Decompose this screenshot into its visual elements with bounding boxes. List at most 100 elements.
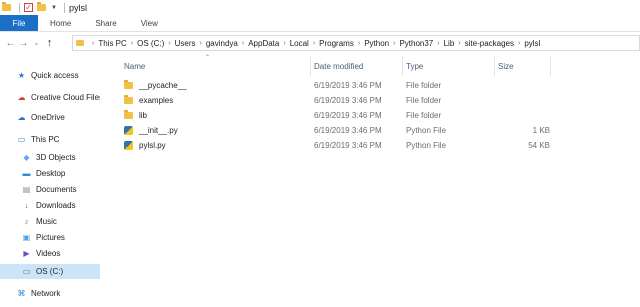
nav-item[interactable]: ★ Quick access <box>0 68 100 83</box>
breadcrumb-separator-icon[interactable]: › <box>313 40 315 47</box>
breadcrumb-separator-icon[interactable]: › <box>92 40 94 47</box>
documents-icon: ▤ <box>22 185 31 194</box>
breadcrumb-item[interactable]: Python <box>364 39 389 48</box>
nav-item-label: Network <box>31 289 61 298</box>
breadcrumb-item[interactable]: gavindya <box>206 39 238 48</box>
nav-item-label: Documents <box>36 185 77 194</box>
downloads-icon: ↓ <box>24 201 29 210</box>
file-row[interactable]: __pycache__ 6/19/2019 3:46 PM File folder <box>100 78 640 93</box>
nav-item-label: Videos <box>36 249 61 258</box>
cloud-icon: ☁ <box>17 113 26 122</box>
file-name: __pycache__ <box>139 81 187 90</box>
column-divider[interactable] <box>402 56 403 76</box>
breadcrumb-item[interactable]: Programs <box>319 39 354 48</box>
file-type: Python File <box>406 141 447 150</box>
breadcrumb-item[interactable]: site-packages <box>465 39 514 48</box>
column-header-type[interactable]: Type <box>406 56 423 76</box>
column-header-name[interactable]: Name <box>124 56 145 76</box>
file-size <box>498 78 550 93</box>
file-type: File folder <box>406 111 442 120</box>
nav-item[interactable]: ⌘ Network <box>0 286 100 301</box>
nav-item-label: Desktop <box>36 169 66 178</box>
network-icon: ⌘ <box>17 289 26 298</box>
forward-icon[interactable]: → <box>17 38 30 49</box>
nav-item[interactable]: ▭ This PC <box>0 132 100 147</box>
nav-item[interactable]: ↓ Downloads <box>0 198 100 213</box>
tab-file[interactable]: File <box>0 15 38 31</box>
breadcrumb-item[interactable]: OS (C:) <box>137 39 164 48</box>
tab-share[interactable]: Share <box>83 15 128 31</box>
file-row[interactable]: examples 6/19/2019 3:46 PM File folder <box>100 93 640 108</box>
column-header-date[interactable]: Date modified <box>314 56 363 76</box>
file-size <box>498 93 550 108</box>
nav-item-label: Creative Cloud Files <box>31 93 100 102</box>
breadcrumb-item[interactable]: This PC <box>98 39 126 48</box>
file-size: 54 KB <box>528 141 550 150</box>
customize-toolbar-icon[interactable]: ▼ <box>51 5 57 11</box>
breadcrumb-separator-icon[interactable]: › <box>242 40 244 47</box>
file-row[interactable]: __init__.py 6/19/2019 3:46 PM Python File 1… <box>100 123 640 138</box>
breadcrumb-separator-icon[interactable]: › <box>131 40 133 47</box>
nav-item[interactable]: ♪ Music <box>0 214 100 229</box>
nav-item[interactable]: ▬ Desktop <box>0 166 100 181</box>
breadcrumb-separator-icon[interactable]: › <box>437 40 439 47</box>
music-icon: ♪ <box>24 217 29 226</box>
nav-item[interactable]: ▣ Pictures <box>0 230 100 245</box>
file-type: File folder <box>406 96 442 105</box>
breadcrumb-item[interactable]: Users <box>175 39 196 48</box>
file-size: 1 KB <box>532 126 550 135</box>
breadcrumb-separator-icon[interactable]: › <box>283 40 285 47</box>
breadcrumb-separator-icon[interactable]: › <box>168 40 170 47</box>
nav-item-label: 3D Objects <box>36 153 76 162</box>
tab-view[interactable]: View <box>129 15 170 31</box>
sort-caret-icon: ⌃ <box>205 55 211 61</box>
file-name-cell: lib <box>124 108 147 123</box>
ribbon-tabs: File Home Share View <box>0 15 640 32</box>
tab-home[interactable]: Home <box>38 15 83 31</box>
column-header-size[interactable]: Size <box>498 56 514 76</box>
nav-item[interactable]: ☁ OneDrive <box>0 110 100 125</box>
breadcrumb-item[interactable]: Lib <box>444 39 455 48</box>
breadcrumb-item[interactable]: Python37 <box>399 39 433 48</box>
column-divider[interactable] <box>494 56 495 76</box>
up-icon[interactable]: ↑ <box>43 37 56 49</box>
breadcrumb-separator-icon[interactable]: › <box>358 40 360 47</box>
divider <box>19 2 20 13</box>
folder-icon <box>124 95 133 104</box>
breadcrumb-separator-icon[interactable]: › <box>458 40 460 47</box>
file-name: lib <box>139 111 148 120</box>
drive-icon: ▭ <box>22 267 31 276</box>
nav-item[interactable]: ▭ OS (C:) <box>0 264 100 279</box>
recent-locations-icon[interactable]: ⌄ <box>30 39 43 47</box>
navigation-pane: ★ Quick access ☁ Creative Cloud Files ☁ OneDr… <box>0 54 100 307</box>
breadcrumb-item[interactable]: Local <box>290 39 309 48</box>
nav-item[interactable]: ☁ Creative Cloud Files <box>0 90 101 105</box>
videos-icon: ▶ <box>23 249 30 258</box>
window-title: pylsl <box>68 2 87 13</box>
breadcrumb-separator-icon[interactable]: › <box>393 40 395 47</box>
breadcrumb-separator-icon[interactable]: › <box>518 40 520 47</box>
column-divider[interactable] <box>550 56 551 76</box>
folder-icon[interactable] <box>2 2 12 12</box>
file-name: examples <box>139 96 174 105</box>
new-folder-icon[interactable] <box>37 2 47 12</box>
nav-item[interactable]: ▤ Documents <box>0 182 100 197</box>
breadcrumb-item[interactable]: pylsl <box>524 39 540 48</box>
properties-icon[interactable]: ✓ <box>24 3 34 12</box>
breadcrumb-item[interactable]: AppData <box>248 39 279 48</box>
nav-item[interactable]: ▶ Videos <box>0 246 100 261</box>
back-icon[interactable]: ← <box>4 38 17 49</box>
file-row[interactable]: pylsl.py 6/19/2019 3:46 PM Python File 54 K… <box>100 138 640 153</box>
folder-icon <box>124 80 133 89</box>
breadcrumb-separator-icon[interactable]: › <box>199 40 201 47</box>
file-date: 6/19/2019 3:46 PM <box>314 126 382 135</box>
file-row[interactable]: lib 6/19/2019 3:46 PM File folder <box>100 108 640 123</box>
python-file-icon <box>124 126 133 135</box>
file-date: 6/19/2019 3:46 PM <box>314 96 382 105</box>
column-divider[interactable] <box>310 56 311 76</box>
file-date: 6/19/2019 3:46 PM <box>314 81 382 90</box>
file-name: __init__.py <box>139 126 178 135</box>
address-bar[interactable]: › This PC › OS (C:) › Users › gavindya › AppData ›… <box>72 35 640 51</box>
nav-item[interactable]: ◆ 3D Objects <box>0 150 100 165</box>
file-list: ⌃ Name Date modified Type Size __pycache… <box>100 54 640 307</box>
